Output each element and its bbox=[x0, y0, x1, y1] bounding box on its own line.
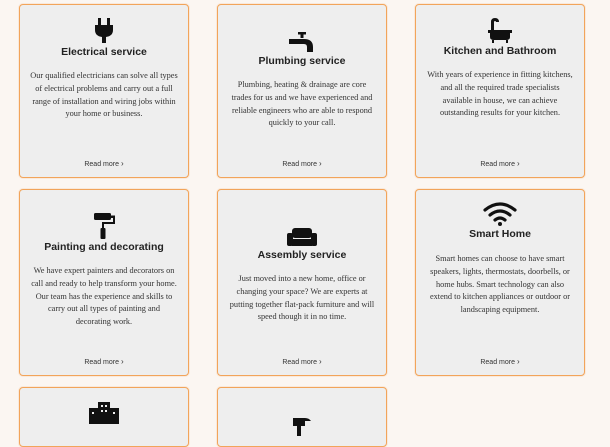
service-description: Smart homes can choose to have smart spe… bbox=[429, 254, 571, 315]
service-description: Our qualified electricians can solve all… bbox=[30, 71, 178, 119]
read-more-link[interactable]: Read more › bbox=[20, 357, 188, 366]
chevron-right-icon: › bbox=[318, 159, 322, 168]
read-more-link[interactable]: Read more › bbox=[20, 159, 188, 168]
service-card-electrical[interactable]: Electrical service Our qualified electri… bbox=[19, 4, 189, 178]
read-more-label: Read more bbox=[84, 359, 119, 366]
service-title: Smart Home bbox=[469, 228, 531, 240]
tap-icon bbox=[289, 32, 313, 52]
service-card-plumbing[interactable]: Plumbing service Plumbing, heating & dra… bbox=[217, 4, 387, 178]
services-grid: Electrical service Our qualified electri… bbox=[0, 0, 610, 447]
read-more-link[interactable]: Read more › bbox=[218, 159, 386, 168]
read-more-link[interactable]: Read more › bbox=[416, 357, 584, 366]
chevron-right-icon: › bbox=[318, 357, 322, 366]
service-title: Electrical service bbox=[61, 46, 147, 58]
read-more-label: Read more bbox=[480, 161, 515, 168]
sofa-icon bbox=[287, 228, 317, 246]
service-description: Plumbing, heating & drainage are core tr… bbox=[231, 80, 373, 128]
building-icon bbox=[89, 402, 119, 424]
service-description: Just moved into a new home, office or ch… bbox=[229, 274, 375, 322]
service-title: Plumbing service bbox=[258, 55, 346, 67]
service-card-kitchen-bathroom[interactable]: Kitchen and Bathroom With years of exper… bbox=[415, 4, 585, 178]
read-more-label: Read more bbox=[282, 359, 317, 366]
service-title: Painting and decorating bbox=[44, 241, 164, 253]
read-more-label: Read more bbox=[480, 359, 515, 366]
chevron-right-icon: › bbox=[516, 159, 520, 168]
plug-icon bbox=[95, 18, 113, 43]
service-title: Kitchen and Bathroom bbox=[443, 45, 557, 57]
tool-icon bbox=[293, 418, 311, 436]
service-title: Assembly service bbox=[257, 249, 347, 261]
chevron-right-icon: › bbox=[120, 159, 124, 168]
service-card-partial[interactable] bbox=[217, 387, 387, 447]
service-card-painting[interactable]: Painting and decorating We have expert p… bbox=[19, 189, 189, 376]
wifi-icon bbox=[483, 202, 517, 226]
read-more-label: Read more bbox=[282, 161, 317, 168]
service-card-assembly[interactable]: Assembly service Just moved into a new h… bbox=[217, 189, 387, 376]
service-description: With years of experience in fitting kitc… bbox=[427, 70, 573, 118]
read-more-link[interactable]: Read more › bbox=[218, 357, 386, 366]
chevron-right-icon: › bbox=[516, 357, 520, 366]
paint-roller-icon bbox=[94, 213, 115, 239]
read-more-link[interactable]: Read more › bbox=[416, 159, 584, 168]
bath-icon bbox=[488, 18, 512, 43]
read-more-label: Read more bbox=[84, 161, 119, 168]
service-description: We have expert painters and decorators o… bbox=[31, 266, 177, 327]
service-card-partial[interactable] bbox=[19, 387, 189, 447]
service-card-smart-home[interactable]: Smart Home Smart homes can choose to hav… bbox=[415, 189, 585, 376]
chevron-right-icon: › bbox=[120, 357, 124, 366]
